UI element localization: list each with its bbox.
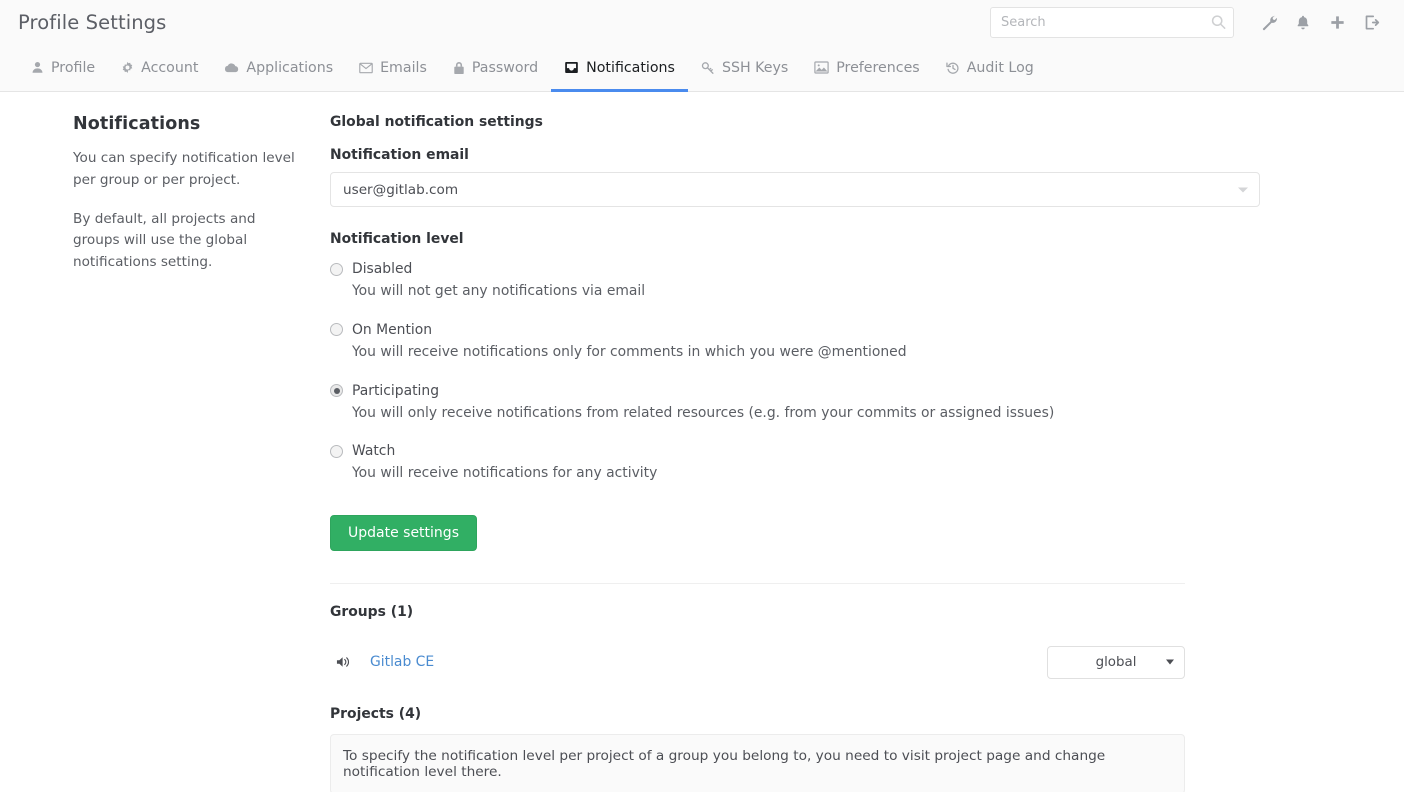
tab-preferences[interactable]: Preferences bbox=[801, 44, 932, 91]
tab-emails-label: Emails bbox=[380, 59, 427, 76]
search-box[interactable] bbox=[990, 6, 1234, 38]
volume-icon bbox=[336, 655, 358, 669]
radio-disabled-input[interactable] bbox=[330, 262, 343, 276]
user-icon bbox=[31, 61, 44, 74]
page-title: Profile Settings bbox=[18, 10, 167, 34]
radio-option-participating[interactable]: Participating You will only receive noti… bbox=[330, 383, 1185, 423]
plus-icon[interactable] bbox=[1320, 4, 1354, 40]
notification-level-label: Notification level bbox=[330, 231, 464, 247]
group-row: Gitlab CE global bbox=[330, 642, 1185, 682]
tab-account-label: Account bbox=[141, 59, 199, 76]
chevron-down-icon bbox=[1238, 187, 1248, 192]
tab-emails[interactable]: Emails bbox=[346, 44, 440, 91]
radio-participating-input[interactable] bbox=[330, 384, 343, 398]
profile-settings-nav: Profile Account Applications Emails Pass… bbox=[0, 44, 1404, 92]
radio-disabled-label: Disabled bbox=[352, 261, 413, 277]
sign-out-icon[interactable] bbox=[1354, 4, 1388, 40]
radio-on-mention-label: On Mention bbox=[352, 321, 433, 338]
tab-audit-log-label: Audit Log bbox=[966, 59, 1034, 76]
key-icon bbox=[701, 61, 715, 75]
radio-option-on-mention[interactable]: On Mention You will receive notification… bbox=[330, 322, 1185, 362]
radio-on-mention-desc: You will receive notifications only for … bbox=[352, 343, 907, 360]
gear-icon bbox=[121, 61, 134, 74]
tab-ssh-keys-label: SSH Keys bbox=[721, 59, 789, 76]
settings-main: Global notification settings Notificatio… bbox=[330, 114, 1265, 792]
groups-heading: Groups (1) bbox=[330, 604, 414, 621]
chevron-down-icon bbox=[1166, 659, 1174, 665]
radio-disabled-desc: You will not get any notifications via e… bbox=[352, 283, 646, 299]
wrench-icon[interactable] bbox=[1252, 4, 1286, 40]
sidebar-paragraph-2: By default, all projects and groups will… bbox=[73, 210, 256, 271]
sidebar-heading: Notifications bbox=[73, 114, 201, 134]
tab-applications-label: Applications bbox=[246, 59, 334, 76]
projects-heading: Projects (4) bbox=[330, 706, 422, 723]
radio-option-disabled[interactable]: Disabled You will not get any notificati… bbox=[330, 261, 1185, 301]
global-settings-title: Global notification settings bbox=[330, 114, 543, 130]
group-notification-level-value: global bbox=[1095, 654, 1137, 670]
tab-notifications-label: Notifications bbox=[586, 59, 675, 76]
settings-sidebar: Notifications You can specify notificati… bbox=[0, 114, 330, 792]
envelope-icon bbox=[359, 62, 373, 74]
notification-level-radio-group: Disabled You will not get any notificati… bbox=[330, 261, 1185, 483]
section-divider bbox=[330, 583, 1185, 585]
update-settings-button[interactable]: Update settings bbox=[330, 515, 477, 552]
history-icon bbox=[946, 61, 960, 75]
radio-watch-desc: You will receive notifications for any a… bbox=[352, 465, 658, 482]
radio-watch-input[interactable] bbox=[330, 444, 343, 458]
notification-email-value: user@gitlab.com bbox=[343, 181, 459, 198]
page-content: Notifications You can specify notificati… bbox=[0, 92, 1404, 792]
tab-account[interactable]: Account bbox=[108, 44, 211, 91]
tab-preferences-label: Preferences bbox=[836, 59, 920, 76]
tab-audit-log[interactable]: Audit Log bbox=[933, 44, 1047, 91]
bell-icon[interactable] bbox=[1286, 4, 1320, 40]
search-input[interactable] bbox=[990, 6, 1234, 38]
notification-email-select[interactable]: user@gitlab.com bbox=[330, 172, 1260, 207]
tab-profile-label: Profile bbox=[51, 59, 96, 76]
group-link-gitlab-ce[interactable]: Gitlab CE bbox=[370, 654, 434, 670]
tab-ssh-keys[interactable]: SSH Keys bbox=[688, 44, 801, 91]
radio-watch-label: Watch bbox=[352, 443, 396, 460]
header-actions bbox=[990, 4, 1388, 40]
cloud-icon bbox=[224, 61, 239, 74]
radio-on-mention-input[interactable] bbox=[330, 323, 343, 337]
sidebar-paragraph-1: You can specify notification level per g… bbox=[73, 150, 295, 188]
tab-notifications[interactable]: Notifications bbox=[551, 44, 688, 92]
group-notification-level-select[interactable]: global bbox=[1047, 645, 1185, 679]
tab-password[interactable]: Password bbox=[440, 44, 551, 91]
inbox-icon bbox=[564, 61, 579, 74]
notification-email-label: Notification email bbox=[330, 147, 469, 163]
projects-notice: To specify the notification level per pr… bbox=[330, 734, 1185, 792]
radio-option-watch[interactable]: Watch You will receive notifications for… bbox=[330, 443, 1185, 483]
tab-applications[interactable]: Applications bbox=[211, 44, 346, 91]
search-icon[interactable] bbox=[1211, 15, 1226, 30]
radio-participating-desc: You will only receive notifications from… bbox=[352, 404, 1055, 421]
image-icon bbox=[814, 61, 829, 74]
tab-password-label: Password bbox=[471, 59, 539, 76]
tab-profile[interactable]: Profile bbox=[18, 44, 108, 91]
radio-participating-label: Participating bbox=[352, 382, 440, 399]
top-header-bar: Profile Settings bbox=[0, 0, 1404, 44]
lock-icon bbox=[453, 61, 465, 75]
